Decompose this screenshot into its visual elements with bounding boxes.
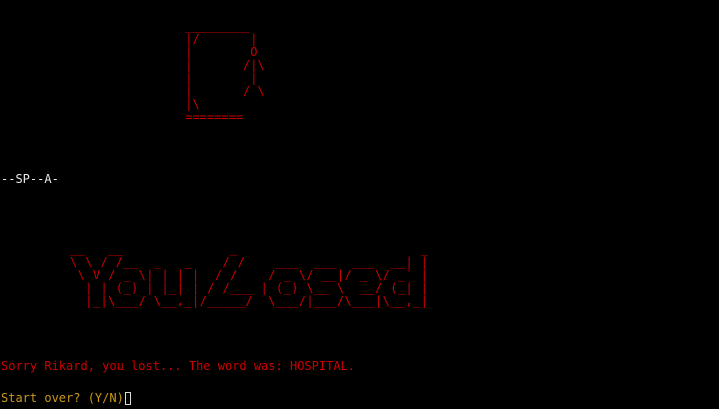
terminal-window: _________ |/ | | O | /|\ | | | / \ |\ ==… [0, 0, 719, 409]
text-cursor[interactable] [124, 392, 131, 405]
result-message: Sorry Rikard, you lost... The word was: … [1, 359, 356, 373]
word-progress: --SP--A- [1, 172, 59, 186]
you-lost-banner-art: __ __ _ _ \ \ / /__ _ _ / / ___ ___ ___ … [70, 242, 429, 308]
hangman-gallows-art: _________ |/ | | O | /|\ | | | / \ |\ ==… [185, 19, 265, 124]
start-over-prompt[interactable]: Start over? (Y/N) [1, 392, 131, 405]
prompt-text: Start over? (Y/N) [1, 391, 124, 405]
